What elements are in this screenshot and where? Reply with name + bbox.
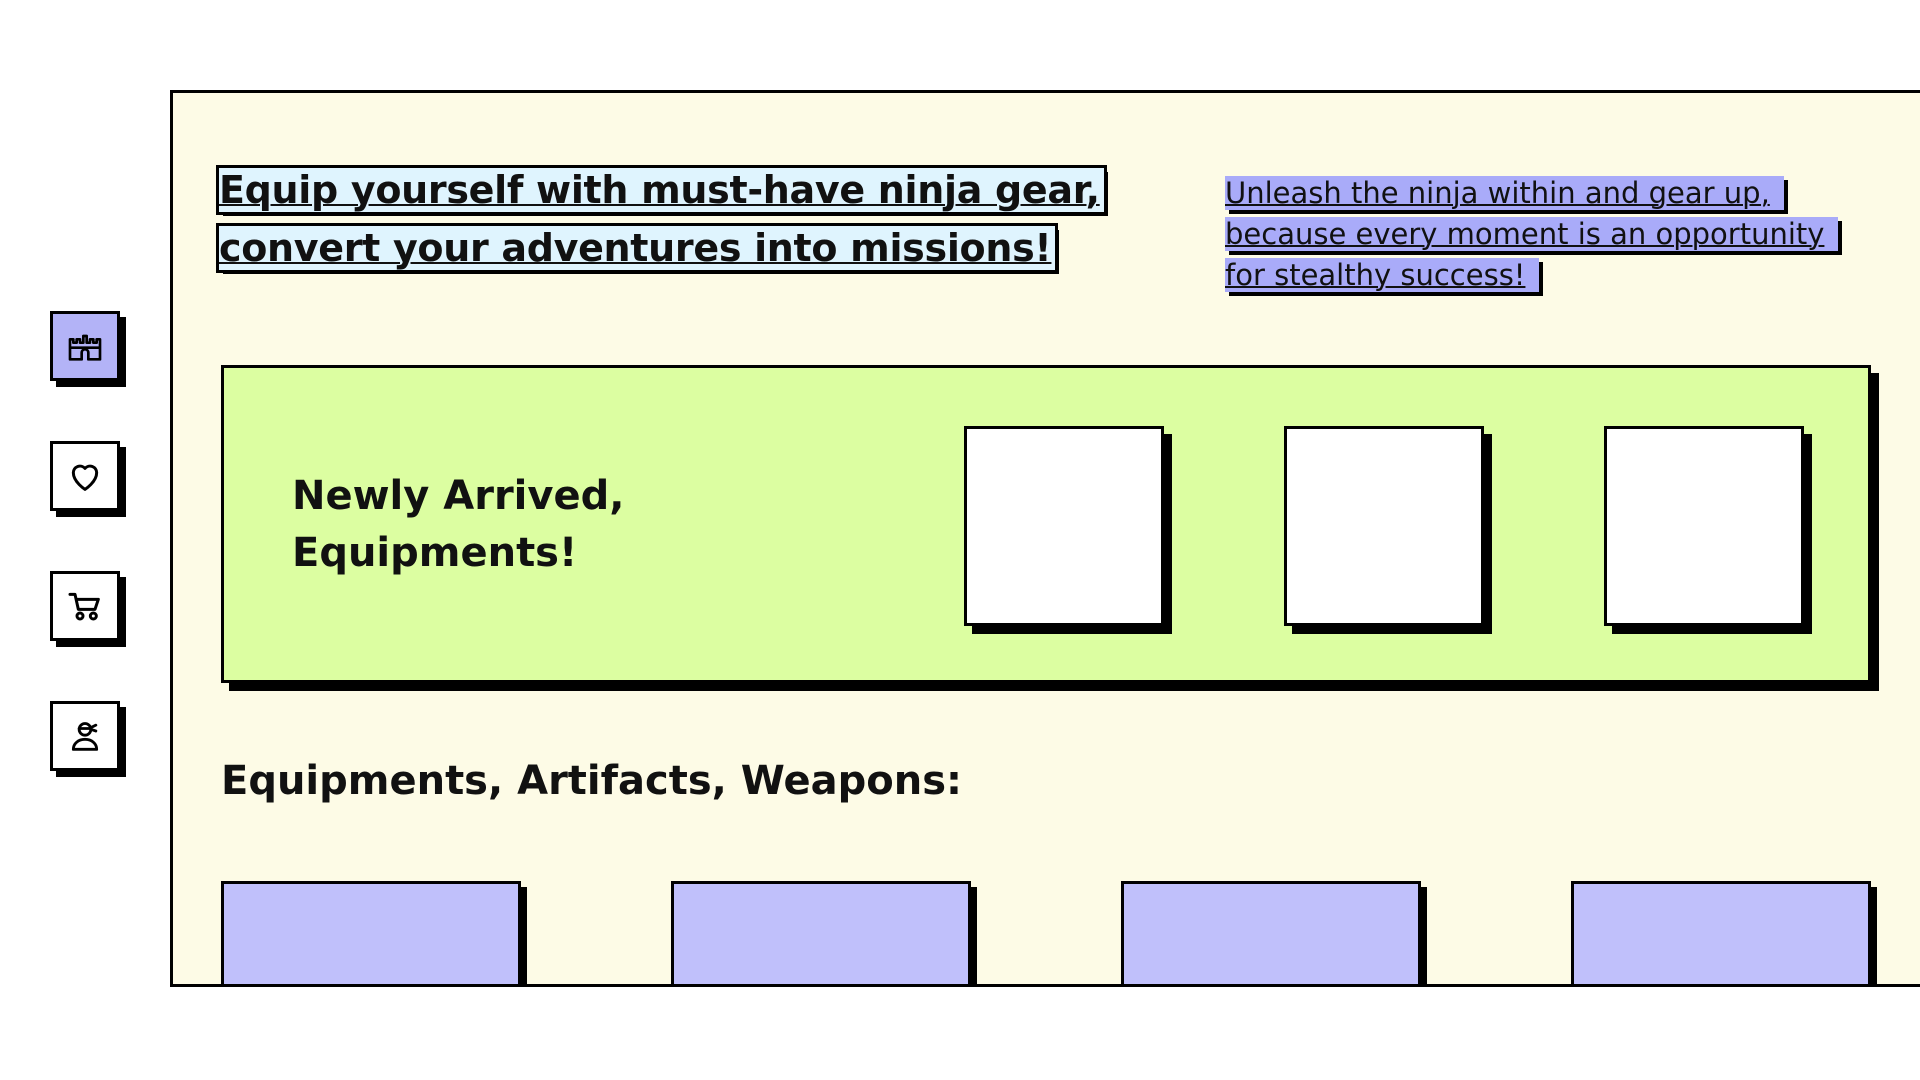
new-arrivals-panel: Newly Arrived, Equipments! bbox=[221, 365, 1871, 683]
new-arrival-card[interactable] bbox=[964, 426, 1164, 626]
product-card[interactable] bbox=[671, 881, 971, 984]
new-arrivals-title: Newly Arrived, Equipments! bbox=[292, 468, 692, 582]
hero-tagline: Unleash the ninja within and gear up, bec… bbox=[1225, 173, 1875, 296]
new-arrival-card[interactable] bbox=[1284, 426, 1484, 626]
hero-headline-line-1: Equip yourself with must-have ninja gear… bbox=[216, 165, 1107, 215]
hero-headline: Equip yourself with must-have ninja gear… bbox=[215, 161, 1119, 277]
castle-icon bbox=[68, 334, 102, 361]
hero-tagline-line-2: because every moment is an opportunity bbox=[1225, 217, 1839, 251]
new-arrivals-title-line-1: Newly Arrived, bbox=[292, 473, 625, 519]
sidebar-item-profile[interactable] bbox=[50, 701, 120, 771]
cart-icon bbox=[68, 592, 100, 621]
new-arrivals-title-line-2: Equipments! bbox=[292, 530, 578, 576]
sidebar-item-favorites[interactable] bbox=[50, 441, 120, 511]
product-card[interactable] bbox=[221, 881, 521, 984]
hero-headline-line-2: convert your adventures into missions! bbox=[215, 223, 1059, 273]
heart-icon bbox=[71, 464, 99, 491]
catalog-title: Equipments, Artifacts, Weapons: bbox=[221, 758, 962, 804]
ninja-icon bbox=[71, 722, 99, 751]
hero-tagline-line-1: Unleash the ninja within and gear up, bbox=[1225, 176, 1784, 210]
sidebar-item-castle[interactable] bbox=[50, 311, 120, 381]
product-card[interactable] bbox=[1121, 881, 1421, 984]
product-card[interactable] bbox=[1571, 881, 1871, 984]
main-content: Equip yourself with must-have ninja gear… bbox=[170, 90, 1920, 987]
sidebar-item-cart[interactable] bbox=[50, 571, 120, 641]
new-arrival-card[interactable] bbox=[1604, 426, 1804, 626]
hero-tagline-line-3: for stealthy success! bbox=[1225, 258, 1540, 292]
